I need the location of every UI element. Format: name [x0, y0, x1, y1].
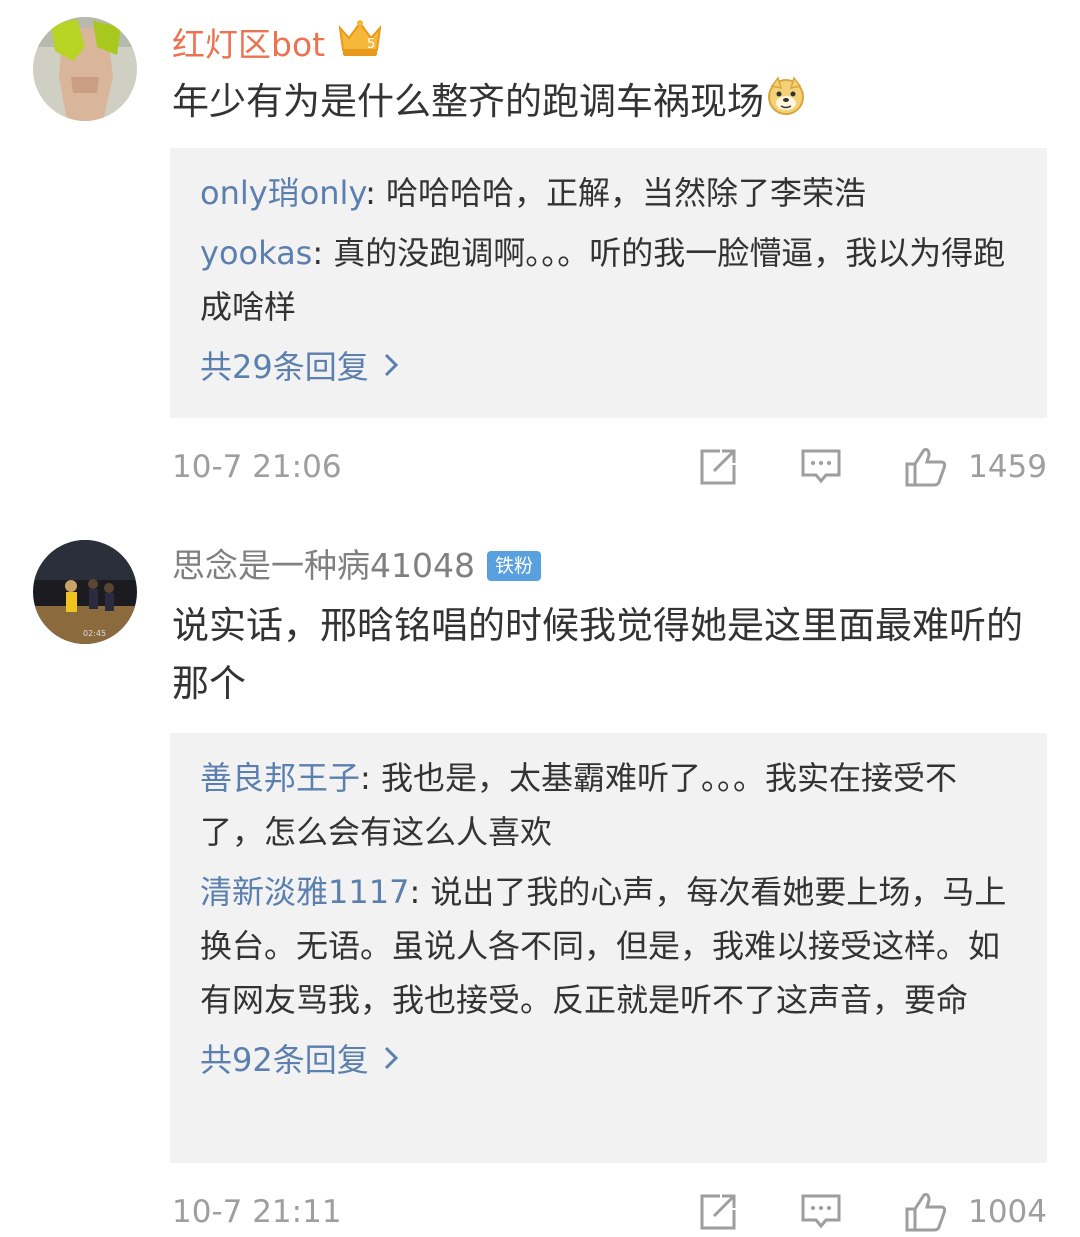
like-count: 1004 [968, 1194, 1047, 1230]
comment-text-body: 说实话，邢晗铭唱的时候我觉得她是这里面最难听的那个 [172, 604, 1023, 705]
crown-icon: 5 [337, 20, 383, 69]
comment-icon [801, 1194, 841, 1229]
comment-meta: 10-7 21:06 1459 [172, 442, 1047, 492]
like-button[interactable]: 1004 [904, 1191, 1047, 1233]
reply-item[interactable]: 善良邦王子: 我也是，太基霸难听了。。。我实在接受不了，怎么会有这么人喜欢 [200, 751, 1017, 859]
like-button[interactable]: 1459 [904, 446, 1047, 488]
thumbs-up-icon [905, 1193, 947, 1232]
doge-emoji-icon [766, 75, 806, 133]
crown-level: 5 [367, 37, 375, 52]
avatar[interactable]: 02:45 [33, 540, 137, 644]
comment-button[interactable] [800, 1192, 842, 1232]
like-count: 1459 [968, 449, 1047, 485]
reply-username[interactable]: yookas [200, 234, 312, 272]
username-text[interactable]: 思念是一种病41048 [172, 546, 475, 586]
comment-button[interactable] [800, 447, 842, 487]
chevron-right-icon [383, 1033, 399, 1087]
more-replies-link[interactable]: 共29条回复 [200, 340, 1017, 394]
comment-icon [801, 449, 841, 484]
comment-item: 02:45 思念是一种病41048 铁粉 说实话，邢晗铭唱的时候我觉得她是这里面… [0, 510, 1080, 1233]
share-button[interactable] [698, 1192, 738, 1232]
username-text[interactable]: 红灯区bot [172, 25, 325, 65]
comment-text-body: 年少有为是什么整齐的跑调车祸现场 [172, 80, 764, 123]
reply-separator: : [312, 234, 334, 272]
username[interactable]: 红灯区bot 5 [172, 20, 383, 69]
comment-time: 10-7 21:11 [172, 1194, 342, 1230]
reply-box[interactable]: only琑only: 哈哈哈哈，正解，当然除了李荣浩 yookas: 真的没跑调… [170, 148, 1047, 418]
reply-username[interactable]: 清新淡雅1117 [200, 873, 409, 911]
reply-item[interactable]: yookas: 真的没跑调啊。。。听的我一脸懵逼，我以为得跑成啥样 [200, 226, 1017, 334]
comment-item: 红灯区bot 5 年少有为是什么整齐的跑调车祸现场 only琑only: 哈哈哈… [0, 0, 1080, 510]
comment-text: 说实话，邢晗铭唱的时候我觉得她是这里面最难听的那个 [172, 597, 1042, 713]
reply-separator: : [360, 759, 381, 797]
share-icon [700, 449, 736, 485]
reply-separator: : [409, 873, 431, 911]
more-replies-label[interactable]: 共92条回复 [200, 1033, 369, 1087]
reply-item[interactable]: only琑only: 哈哈哈哈，正解，当然除了李荣浩 [200, 166, 1017, 220]
share-button[interactable] [698, 447, 738, 487]
avatar-overlay-text: 02:45 [83, 629, 106, 638]
avatar[interactable] [33, 17, 137, 121]
fan-badge: 铁粉 [486, 551, 541, 581]
share-icon [700, 1194, 736, 1230]
username[interactable]: 思念是一种病41048 铁粉 [172, 546, 541, 586]
thumbs-up-icon [905, 448, 947, 487]
chevron-right-icon [383, 340, 399, 394]
comment-text: 年少有为是什么整齐的跑调车祸现场 [172, 73, 1042, 133]
reply-box[interactable]: 善良邦王子: 我也是，太基霸难听了。。。我实在接受不了，怎么会有这么人喜欢 清新… [170, 733, 1047, 1163]
reply-text: 哈哈哈哈，正解，当然除了李荣浩 [386, 174, 867, 212]
reply-username[interactable]: only琑only [200, 174, 365, 212]
comment-actions: 1459 [698, 442, 1047, 492]
reply-separator: : [365, 174, 387, 212]
comment-time: 10-7 21:06 [172, 449, 342, 485]
reply-item[interactable]: 清新淡雅1117: 说出了我的心声，每次看她要上场，马上换台。无语。虽说人各不同… [200, 865, 1017, 1027]
more-replies-label[interactable]: 共29条回复 [200, 340, 369, 394]
more-replies-link[interactable]: 共92条回复 [200, 1033, 1017, 1087]
reply-username[interactable]: 善良邦王子 [200, 759, 360, 797]
